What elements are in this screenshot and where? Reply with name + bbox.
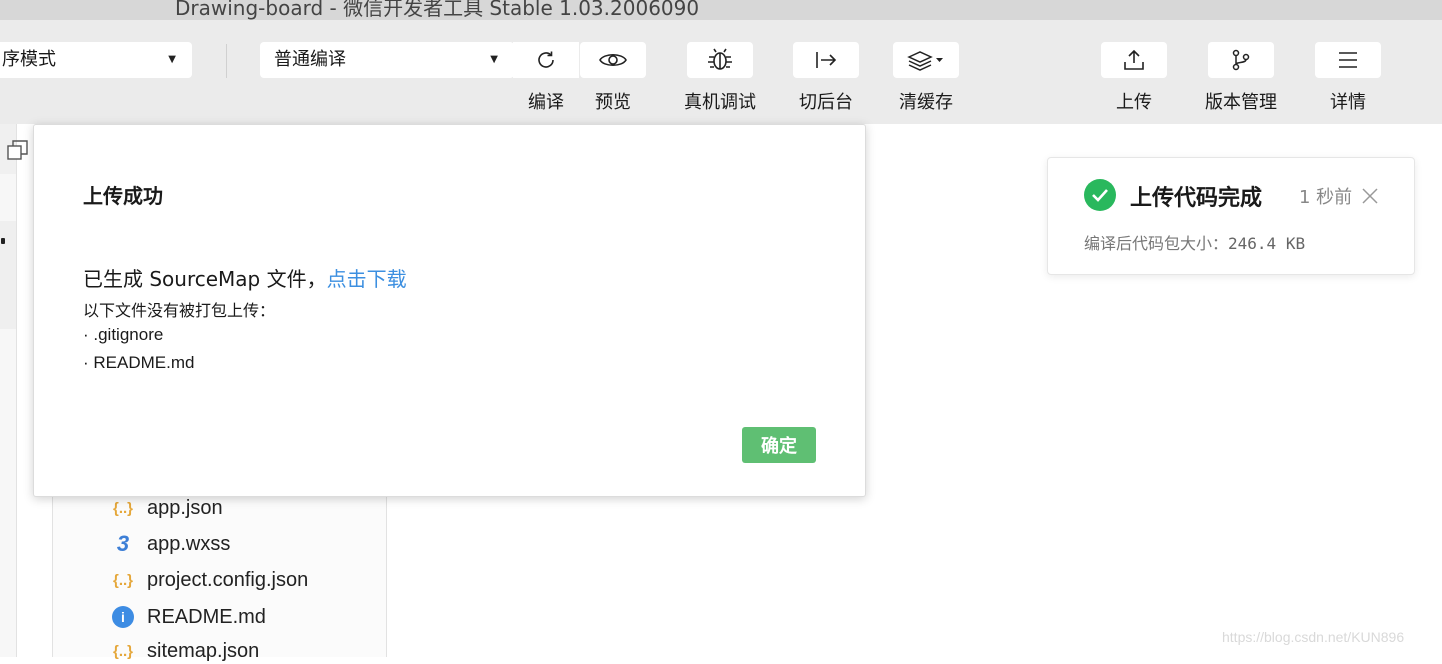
window-restore-icon[interactable]	[6, 138, 30, 162]
switch-background-label: 切后台	[799, 92, 853, 113]
caret-down-icon: ▼	[490, 54, 498, 65]
json-icon: {..}	[112, 499, 133, 517]
package-size-value: 246.4 KB	[1228, 234, 1306, 253]
upload-complete-toast: 上传代码完成 1 秒前 编译后代码包大小：246.4 KB	[1047, 157, 1415, 275]
info-glyph: i	[112, 606, 134, 628]
toast-time: 1 秒前	[1299, 187, 1353, 208]
file-name: sitemap.json	[147, 639, 260, 662]
preview-label: 预览	[595, 92, 631, 113]
mode-select-value: 序模式	[2, 49, 56, 70]
switch-background-icon	[793, 42, 859, 78]
file-name: app.wxss	[147, 532, 231, 555]
package-size-label: 编译后代码包大小：	[1084, 234, 1229, 253]
file-item-app-wxss[interactable]: 3 app.wxss	[109, 531, 231, 557]
upload-button[interactable]: 上传	[1101, 42, 1167, 113]
sourcemap-message: 已生成 SourceMap 文件，点击下载	[83, 263, 407, 292]
upload-icon	[1101, 42, 1167, 78]
upload-label: 上传	[1116, 92, 1152, 113]
file-item-app-json[interactable]: {..} app.json	[109, 495, 223, 521]
sourcemap-text: 已生成 SourceMap 文件，	[83, 267, 327, 291]
version-control-button[interactable]: 版本管理	[1205, 42, 1277, 113]
preview-button[interactable]: 预览	[580, 42, 646, 113]
activity-indicator	[1, 238, 5, 244]
file-name: app.json	[147, 496, 223, 519]
css-icon: 3	[116, 531, 130, 556]
remote-debug-label: 真机调试	[684, 92, 756, 113]
file-item-readme[interactable]: i README.md	[109, 604, 266, 630]
window-title: Drawing-board - 微信开发者工具 Stable 1.03.2006…	[175, 0, 700, 20]
confirm-button[interactable]: 确定	[742, 427, 816, 463]
upload-success-dialog: 上传成功 已生成 SourceMap 文件，点击下载 以下文件没有被打包上传： …	[33, 124, 866, 497]
title-bar: Drawing-board - 微信开发者工具 Stable 1.03.2006…	[0, 0, 1442, 20]
not-uploaded-text: 以下文件没有被打包上传：	[83, 301, 276, 320]
close-icon[interactable]	[1360, 186, 1380, 206]
download-link[interactable]: 点击下载	[327, 267, 407, 291]
dialog-title: 上传成功	[83, 184, 163, 208]
package-size: 编译后代码包大小：246.4 KB	[1084, 230, 1305, 254]
clear-cache-label: 清缓存	[899, 92, 953, 113]
version-control-label: 版本管理	[1205, 92, 1277, 113]
not-uploaded-file: · .gitignore	[83, 325, 164, 344]
file-item-sitemap-json[interactable]: {..} sitemap.json	[109, 638, 259, 664]
details-button[interactable]: 详情	[1315, 42, 1381, 113]
file-tree: {..} app.json 3 app.wxss {..} project.co…	[52, 470, 387, 662]
toolbar-divider	[226, 44, 227, 78]
bug-icon	[687, 42, 753, 78]
watermark: https://blog.csdn.net/KUN896	[1222, 629, 1405, 645]
json-icon: {..}	[112, 642, 133, 660]
layers-icon	[893, 42, 959, 78]
file-name: project.config.json	[147, 568, 309, 591]
compile-label: 编译	[528, 92, 564, 113]
mode-select[interactable]: 序模式 ▼	[0, 42, 192, 78]
refresh-icon	[513, 42, 579, 78]
caret-down-icon: ▼	[168, 54, 176, 65]
compile-mode-value: 普通编译	[274, 49, 346, 70]
check-circle-icon	[1084, 179, 1116, 211]
activity-bar	[0, 124, 17, 657]
eye-icon	[580, 42, 646, 78]
info-icon: i	[109, 605, 137, 629]
remote-debug-button[interactable]: 真机调试	[684, 42, 756, 113]
clear-cache-button[interactable]: 清缓存	[893, 42, 959, 113]
compile-mode-select[interactable]: 普通编译 ▼	[260, 42, 514, 78]
file-item-project-config-json[interactable]: {..} project.config.json	[109, 567, 308, 593]
switch-background-button[interactable]: 切后台	[793, 42, 859, 113]
toast-title: 上传代码完成	[1130, 186, 1263, 211]
branch-icon	[1208, 42, 1274, 78]
not-uploaded-file: · README.md	[83, 353, 195, 372]
toolbar: 序模式 ▼ 普通编译 ▼ 编译 预览 真机调试 切后台 清缓存 上传 版本管理 …	[0, 20, 1442, 124]
file-name: README.md	[147, 605, 266, 628]
json-icon: {..}	[112, 571, 133, 589]
menu-icon	[1315, 42, 1381, 78]
compile-button[interactable]: 编译	[513, 42, 579, 113]
details-label: 详情	[1330, 92, 1366, 113]
